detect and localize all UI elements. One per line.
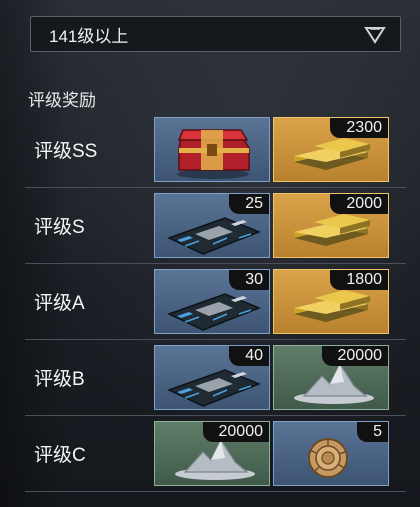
reward-count: 5 — [357, 422, 388, 442]
reward-count: 30 — [229, 270, 269, 290]
reward-count: 25 — [229, 194, 269, 214]
chevron-down-icon[interactable] — [364, 26, 386, 44]
reward-slot-circuit-board[interactable]: 40 — [154, 345, 270, 410]
reward-row-a: 评级A 30 1800 — [0, 264, 420, 340]
reward-count: 40 — [229, 346, 269, 366]
reward-slot-gold-bars[interactable]: 1800 — [273, 269, 389, 334]
level-filter-dropdown[interactable]: 141级以上 — [30, 16, 401, 52]
reward-slot-circuit-board[interactable]: 25 — [154, 193, 270, 258]
reward-slot-silver-ore[interactable]: 20000 — [154, 421, 270, 486]
reward-slot-red-chest[interactable] — [154, 117, 270, 182]
reward-slot-ammonite-fossil[interactable]: 5 — [273, 421, 389, 486]
reward-row-ss: 评级SS 2300 — [0, 112, 420, 188]
red-chest-icon — [177, 129, 250, 179]
rank-label: 评级B — [34, 369, 85, 390]
reward-row-b: 评级B 40 20000 — [0, 340, 420, 416]
reward-slot-gold-bars[interactable]: 2000 — [273, 193, 389, 258]
reward-slot-silver-ore[interactable]: 20000 — [273, 345, 389, 410]
rank-label: 评级C — [34, 445, 86, 466]
reward-row-s: 评级S 25 2000 — [0, 188, 420, 264]
rank-label: 评级S — [34, 217, 85, 238]
reward-count: 20000 — [321, 346, 388, 366]
rank-label: 评级A — [34, 293, 85, 314]
reward-count: 1800 — [330, 270, 388, 290]
row-divider — [25, 491, 406, 492]
reward-slot-gold-bars[interactable]: 2300 — [273, 117, 389, 182]
reward-row-c: 评级C 20000 5 — [0, 416, 420, 492]
reward-count: 2000 — [330, 194, 388, 214]
reward-count: 20000 — [202, 422, 269, 442]
reward-count: 2300 — [330, 118, 388, 138]
level-filter-value: 141级以上 — [49, 26, 129, 46]
rank-label: 评级SS — [34, 141, 98, 162]
reward-slot-circuit-board[interactable]: 30 — [154, 269, 270, 334]
section-title: 评级奖励 — [28, 91, 96, 110]
